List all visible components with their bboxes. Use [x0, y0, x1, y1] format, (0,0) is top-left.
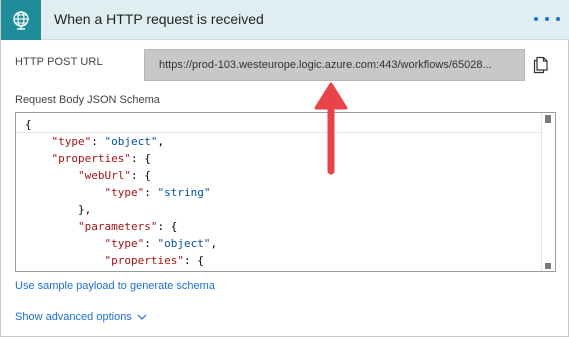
http-post-url-field[interactable]: https://prod-103.westeurope.logic.azure.…	[144, 49, 525, 81]
editor-scrollbar[interactable]	[541, 113, 555, 271]
code-line: "properties": {	[104, 254, 204, 267]
json-schema-editor[interactable]: { "type": "object", "properties": { "web…	[15, 112, 556, 272]
code-content: { "type": "object", "properties": { "web…	[25, 116, 537, 271]
code-line: {	[25, 118, 32, 131]
code-line: "type": "object",	[104, 237, 218, 250]
http-trigger-card: When a HTTP request is received HTTP POS…	[0, 0, 569, 337]
schema-label: Request Body JSON Schema	[15, 94, 160, 106]
chevron-down-icon	[137, 314, 147, 320]
ellipsis-icon[interactable]	[534, 10, 560, 28]
scrollbar-bottom-marker	[545, 263, 551, 269]
url-label: HTTP POST URL	[15, 56, 103, 68]
code-line: },	[25, 203, 92, 216]
code-line: "properties": {	[51, 152, 151, 165]
trigger-title: When a HTTP request is received	[54, 11, 264, 27]
scrollbar-thumb[interactable]	[545, 115, 551, 123]
advanced-options-label: Show advanced options	[15, 311, 132, 323]
show-advanced-options-link[interactable]: Show advanced options	[15, 311, 147, 323]
code-line: "webUrl": {	[77, 169, 151, 182]
sample-payload-link[interactable]: Use sample payload to generate schema	[15, 280, 215, 292]
card-header[interactable]: When a HTTP request is received	[1, 0, 569, 40]
code-line: "parameters": {	[77, 220, 178, 233]
code-line: "type": "object",	[51, 135, 165, 148]
code-line: "type": "string"	[104, 186, 211, 199]
code-line: "email": {	[25, 269, 537, 271]
globe-icon	[1, 0, 41, 40]
copy-icon[interactable]	[533, 56, 549, 74]
